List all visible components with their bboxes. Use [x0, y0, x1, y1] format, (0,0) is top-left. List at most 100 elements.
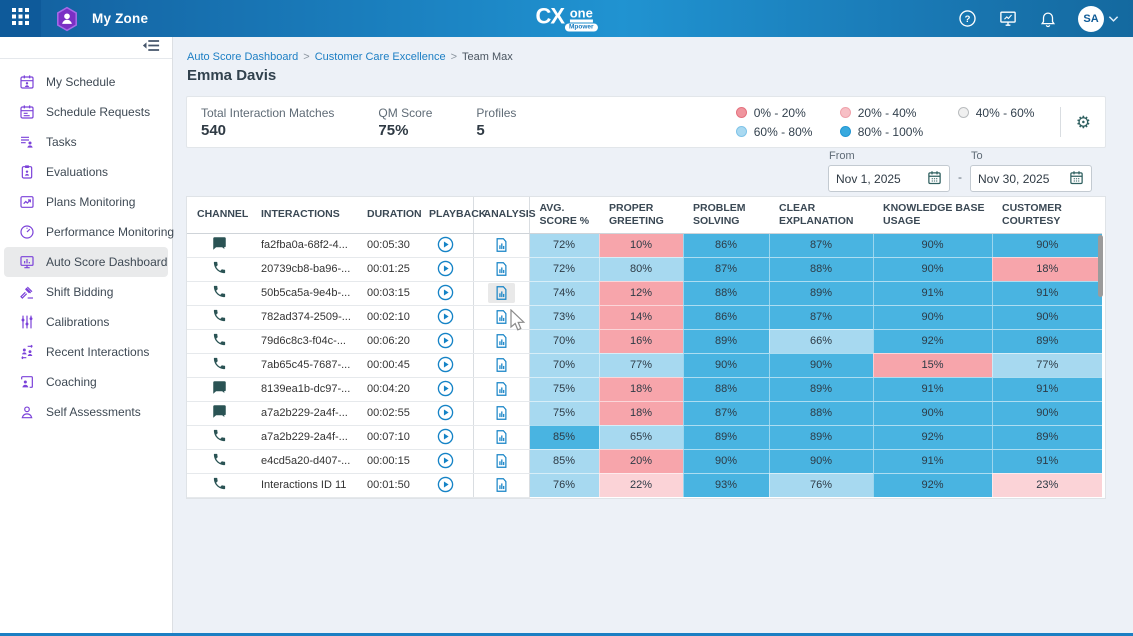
channel-cell	[187, 353, 251, 377]
analysis-cell	[473, 353, 529, 377]
analysis-button[interactable]	[488, 475, 515, 495]
score-cell: 73%	[529, 305, 599, 329]
analysis-button[interactable]	[488, 307, 515, 327]
sidebar-item-performance-monitoring[interactable]: Performance Monitoring	[4, 217, 168, 247]
play-button[interactable]	[431, 234, 460, 255]
sidebar-item-evaluations[interactable]: Evaluations	[4, 157, 168, 187]
user-menu[interactable]: SA	[1078, 6, 1119, 32]
shift-bidding-icon	[18, 284, 35, 301]
help-icon[interactable]: ?	[958, 9, 977, 28]
sidebar-item-plans-monitoring[interactable]: Plans Monitoring	[4, 187, 168, 217]
analysis-button[interactable]	[488, 379, 515, 399]
analysis-cell	[473, 473, 529, 497]
score-cell: 89%	[992, 425, 1102, 449]
analysis-button[interactable]	[488, 331, 515, 351]
duration-cell: 00:01:50	[357, 473, 419, 497]
table-row: a7a2b229-2a4f-...00:07:1085%65%89%89%92%…	[187, 425, 1102, 449]
schedule-requests-icon	[18, 104, 35, 121]
column-header-avg-score-: AVG. SCORE %	[529, 197, 599, 233]
play-button[interactable]	[431, 306, 460, 327]
play-button[interactable]	[431, 258, 460, 279]
duration-cell: 00:02:55	[357, 401, 419, 425]
play-button[interactable]	[431, 402, 460, 423]
breadcrumb-separator: >	[303, 51, 309, 63]
analysis-button[interactable]	[488, 235, 515, 255]
sidebar-item-tasks[interactable]: Tasks	[4, 127, 168, 157]
sidebar-item-label: Evaluations	[46, 165, 108, 179]
table-row: a7a2b229-2a4f-...00:02:5575%18%87%88%90%…	[187, 401, 1102, 425]
play-button[interactable]	[431, 474, 460, 495]
my-zone-app-icon[interactable]	[54, 6, 80, 32]
sidebar-item-my-schedule[interactable]: My Schedule	[4, 67, 168, 97]
breadcrumb-link[interactable]: Auto Score Dashboard	[187, 51, 298, 63]
analysis-button[interactable]	[488, 259, 515, 279]
notifications-bell-icon[interactable]	[1039, 9, 1057, 28]
analysis-cell	[473, 425, 529, 449]
analysis-button[interactable]	[488, 427, 515, 447]
score-cell: 75%	[529, 401, 599, 425]
phone-icon	[212, 266, 227, 278]
sidebar-item-recent-interactions[interactable]: Recent Interactions	[4, 337, 168, 367]
score-cell: 76%	[769, 473, 873, 497]
score-cell: 74%	[529, 281, 599, 305]
play-button[interactable]	[431, 282, 460, 303]
table-row: 782ad374-2509-...00:02:1073%14%86%87%90%…	[187, 305, 1102, 329]
sidebar-item-shift-bidding[interactable]: Shift Bidding	[4, 277, 168, 307]
score-cell: 66%	[769, 329, 873, 353]
playback-cell	[419, 305, 473, 329]
score-cell: 12%	[599, 281, 683, 305]
plans-monitoring-icon	[18, 194, 35, 211]
channel-cell	[187, 377, 251, 401]
divider	[1060, 107, 1061, 137]
duration-cell: 00:01:25	[357, 257, 419, 281]
table-header-row: CHANNELINTERACTIONSDURATIONPLAYBACKANALY…	[187, 197, 1102, 233]
sidebar-item-label: Coaching	[46, 375, 97, 389]
sidebar-item-coaching[interactable]: Coaching	[4, 367, 168, 397]
channel-cell	[187, 233, 251, 257]
play-button[interactable]	[431, 378, 460, 399]
legend-item-20-40-: 20% - 40%	[840, 106, 952, 120]
presentation-icon[interactable]	[998, 9, 1018, 28]
interaction-id-cell: 50b5ca5a-9e4b-...	[251, 281, 357, 305]
self-assessments-icon	[18, 404, 35, 421]
table-row: Interactions ID 1100:01:5076%22%93%76%92…	[187, 473, 1102, 497]
sidebar-collapse-icon[interactable]	[142, 39, 160, 57]
sidebar-item-self-assessments[interactable]: Self Assessments	[4, 397, 168, 427]
chevron-down-icon	[1108, 10, 1119, 28]
vertical-scrollbar[interactable]	[1098, 235, 1103, 297]
analysis-button[interactable]	[488, 451, 515, 471]
sidebar-item-schedule-requests[interactable]: Schedule Requests	[4, 97, 168, 127]
page-title: Emma Davis	[187, 67, 1133, 84]
legend-item-60-80-: 60% - 80%	[736, 125, 834, 139]
to-date-input[interactable]: Nov 30, 2025	[970, 165, 1092, 192]
settings-gear-icon[interactable]: ⚙	[1076, 114, 1091, 131]
play-button[interactable]	[431, 450, 460, 471]
play-button[interactable]	[431, 426, 460, 447]
stat-value: 540	[201, 122, 334, 139]
analysis-button[interactable]	[488, 355, 515, 375]
sidebar-item-label: Self Assessments	[46, 405, 141, 419]
breadcrumb-current: Team Max	[462, 51, 513, 63]
analysis-button[interactable]	[488, 283, 515, 303]
play-button[interactable]	[431, 354, 460, 375]
date-filter-row: From Nov 1, 2025 - To Nov 30, 2025	[186, 148, 1106, 196]
sidebar-item-auto-score-dashboard[interactable]: Auto Score Dashboard	[4, 247, 168, 277]
interaction-id-cell: 20739cb8-ba96-...	[251, 257, 357, 281]
interactions-table: CHANNELINTERACTIONSDURATIONPLAYBACKANALY…	[187, 197, 1102, 498]
breadcrumb-link[interactable]: Customer Care Excellence	[315, 51, 446, 63]
from-date-input[interactable]: Nov 1, 2025	[828, 165, 950, 192]
score-cell: 18%	[599, 401, 683, 425]
score-cell: 91%	[992, 377, 1102, 401]
stat-total-interaction-matches: Total Interaction Matches540	[201, 106, 334, 139]
score-cell: 70%	[529, 353, 599, 377]
score-cell: 86%	[683, 305, 769, 329]
app-launcher-button[interactable]	[0, 0, 41, 37]
duration-cell: 00:00:15	[357, 449, 419, 473]
analysis-button[interactable]	[488, 403, 515, 423]
analysis-cell	[473, 257, 529, 281]
score-cell: 90%	[992, 233, 1102, 257]
sidebar-item-calibrations[interactable]: Calibrations	[4, 307, 168, 337]
play-button[interactable]	[431, 330, 460, 351]
performance-monitoring-icon	[18, 224, 35, 241]
score-cell: 75%	[529, 377, 599, 401]
